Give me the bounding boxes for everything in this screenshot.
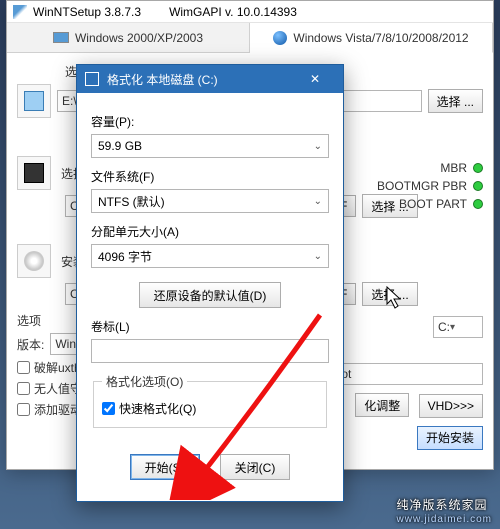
adddrv-checkbox[interactable] xyxy=(17,403,30,416)
chevron-down-icon: ⌄ xyxy=(314,141,322,152)
quick-format-label: 快速格式化(Q) xyxy=(119,400,196,417)
close-icon[interactable]: ✕ xyxy=(295,65,335,93)
watermark-brand: 纯净版系统家园 xyxy=(397,498,488,512)
format-options-group: 格式化选项(O) 快速格式化(Q) xyxy=(93,373,327,428)
filesystem-select[interactable]: NTFS (默认)⌄ xyxy=(91,189,329,213)
watermark: 纯净版系统家园 www.jidaimei.com xyxy=(397,496,492,525)
close-format-button[interactable]: 关闭(C) xyxy=(220,454,291,480)
tab-bar: Windows 2000/XP/2003 Windows Vista/7/8/1… xyxy=(7,23,493,53)
drive-letter-select[interactable]: C:▾ xyxy=(433,316,483,338)
app-icon xyxy=(13,5,27,19)
allocunit-label: 分配单元大小(A) xyxy=(91,223,329,240)
tab-legacy-label: Windows 2000/XP/2003 xyxy=(75,31,203,45)
volume-label-input[interactable] xyxy=(91,339,329,363)
install-browse-button[interactable]: 选择 ... xyxy=(362,282,417,306)
format-title: 格式化 本地磁盘 (C:) xyxy=(107,71,218,88)
app-title: WinNTSetup 3.8.7.3 xyxy=(33,5,141,19)
quick-format-checkbox[interactable] xyxy=(102,402,115,415)
chevron-down-icon: ⌄ xyxy=(314,251,322,262)
chevron-down-icon: ⌄ xyxy=(314,196,322,207)
bootpart-led-icon xyxy=(473,199,483,209)
format-dialog: 格式化 本地磁盘 (C:) ✕ 容量(P): 59.9 GB⌄ 文件系统(F) … xyxy=(76,64,344,502)
tune-button[interactable]: 化调整 xyxy=(355,393,409,417)
volume-label-label: 卷标(L) xyxy=(91,318,329,335)
vhd-button[interactable]: VHD >>> xyxy=(419,394,483,418)
mbr-led-icon xyxy=(473,163,483,173)
cd-icon xyxy=(17,244,51,278)
api-version: WimGAPI v. 10.0.14393 xyxy=(169,5,297,19)
format-titlebar[interactable]: 格式化 本地磁盘 (C:) ✕ xyxy=(77,65,343,93)
allocunit-select[interactable]: 4096 字节⌄ xyxy=(91,244,329,268)
watermark-url: www.jidaimei.com xyxy=(397,514,492,525)
adddrv-label: 添加驱动 xyxy=(34,401,82,418)
restore-defaults-button[interactable]: 还原设备的默认值(D) xyxy=(139,282,282,308)
winxp-icon xyxy=(53,32,69,43)
start-format-button[interactable]: 开始(S) xyxy=(130,454,200,480)
tab-legacy[interactable]: Windows 2000/XP/2003 xyxy=(7,23,250,52)
mbr-label: MBR xyxy=(440,161,467,175)
unattend-checkbox[interactable] xyxy=(17,382,30,395)
filesystem-label: 文件系统(F) xyxy=(91,168,329,185)
source-browse-button[interactable]: 选择 ... xyxy=(428,89,483,113)
bootmgr-led-icon xyxy=(473,181,483,191)
format-options-legend: 格式化选项(O) xyxy=(102,373,187,390)
disk-icon xyxy=(17,84,51,118)
bootpart-label: BOOT PART xyxy=(399,197,467,211)
capacity-label: 容量(P): xyxy=(91,113,329,130)
tab-modern[interactable]: Windows Vista/7/8/10/2008/2012 xyxy=(250,23,493,53)
crack-checkbox[interactable] xyxy=(17,361,30,374)
bootmgr-label: BOOTMGR PBR xyxy=(377,179,467,193)
floppy-icon xyxy=(17,156,51,190)
tab-modern-label: Windows Vista/7/8/10/2008/2012 xyxy=(293,31,468,45)
version-label: 版本: xyxy=(17,336,44,353)
unattend-label: 无人值守 xyxy=(34,380,82,397)
drive-icon xyxy=(85,72,99,86)
start-install-button[interactable]: 开始安装 xyxy=(417,426,483,450)
capacity-select[interactable]: 59.9 GB⌄ xyxy=(91,134,329,158)
main-titlebar: WinNTSetup 3.8.7.3 WimGAPI v. 10.0.14393 xyxy=(7,1,493,23)
winorb-icon xyxy=(273,31,287,45)
boot-status: MBR BOOTMGR PBR BOOT PART xyxy=(363,161,483,215)
